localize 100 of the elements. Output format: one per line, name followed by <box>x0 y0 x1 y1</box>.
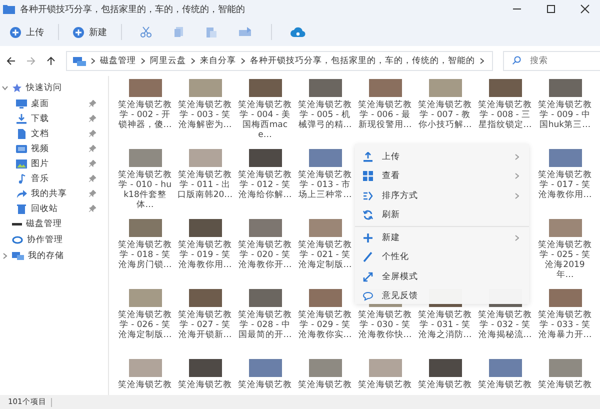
toolbar-button[interactable]: 上传 <box>10 24 44 40</box>
file-name[interactable]: 笑沧海锁艺教学 - 021 - 笑沧海定制版… <box>296 240 354 270</box>
video-thumbnail-placeholder[interactable] <box>308 219 342 237</box>
file-name[interactable]: 笑沧海锁艺教学 - 030 - 笑沧海教你快… <box>356 310 414 340</box>
copy-icon[interactable] <box>174 26 184 38</box>
video-thumbnail-placeholder[interactable] <box>248 79 282 97</box>
video-thumbnail-placeholder[interactable] <box>128 219 162 237</box>
file-name[interactable]: 笑沧海锁艺教学 - 007 - 教你小技巧解… <box>416 100 474 130</box>
video-thumbnail-placeholder[interactable] <box>188 79 222 97</box>
file-name[interactable]: 笑沧海锁艺教学 - 011 - 出口版南韩20… <box>176 170 234 200</box>
file-name[interactable]: 笑沧海锁艺教学 - 033 - 笑沧海暴力开… <box>536 310 594 340</box>
file-name[interactable]: 笑沧海锁艺教学 - 005 - 机械弹弓的精… <box>296 100 354 130</box>
video-thumbnail-placeholder[interactable] <box>368 79 402 97</box>
file-name[interactable]: 笑沧海锁艺教 <box>356 380 414 390</box>
sidebar-item[interactable]: 图片 <box>31 158 85 170</box>
file-name[interactable]: 笑沧海锁艺教 <box>296 380 354 390</box>
video-thumbnail-placeholder[interactable] <box>548 359 582 377</box>
video-thumbnail-placeholder[interactable] <box>248 219 282 237</box>
close-icon[interactable] <box>580 4 590 14</box>
file-name[interactable]: 笑沧海锁艺教学 - 025 - 笑沧海2019年… <box>536 240 594 280</box>
file-name[interactable]: 笑沧海锁艺教学 - 009 - 中国huk第三… <box>536 100 594 130</box>
video-thumbnail-placeholder[interactable] <box>188 359 222 377</box>
menu-item[interactable]: 个性化 <box>355 248 529 267</box>
video-thumbnail-placeholder[interactable] <box>548 289 582 307</box>
file-name[interactable]: 笑沧海锁艺教学 - 003 - 笑沧海解密为… <box>176 100 234 130</box>
video-thumbnail-placeholder[interactable] <box>488 79 522 97</box>
breadcrumb-item[interactable]: 磁盘管理 <box>100 55 136 67</box>
video-thumbnail-placeholder[interactable] <box>548 219 582 237</box>
menu-item[interactable]: 新建 <box>355 228 529 248</box>
menu-item[interactable]: 刷新 <box>355 206 529 225</box>
move-icon[interactable] <box>239 27 253 37</box>
sidebar-item[interactable]: 下载 <box>31 112 85 124</box>
video-thumbnail-placeholder[interactable] <box>128 79 162 97</box>
video-thumbnail-placeholder[interactable] <box>188 289 222 307</box>
file-name[interactable]: 笑沧海锁艺教 <box>176 380 234 390</box>
video-thumbnail-placeholder[interactable] <box>188 219 222 237</box>
maximize-icon[interactable] <box>546 4 556 14</box>
video-thumbnail-placeholder[interactable] <box>308 149 342 167</box>
file-name[interactable]: 笑沧海锁艺教 <box>416 380 474 390</box>
menu-item[interactable]: 查看 <box>355 166 529 186</box>
breadcrumb-item[interactable]: 阿里云盘 <box>150 55 186 67</box>
menu-item[interactable]: 全屏模式 <box>355 267 529 286</box>
video-thumbnail-placeholder[interactable] <box>308 79 342 97</box>
menu-item[interactable]: 上传 <box>355 147 529 166</box>
sidebar-item[interactable]: 快速访问 <box>26 82 62 94</box>
video-thumbnail-placeholder[interactable] <box>188 149 222 167</box>
file-name[interactable]: 笑沧海锁艺教学 - 013 - 市场上三种常… <box>296 170 354 200</box>
file-name[interactable]: 笑沧海锁艺教学 - 012 - 笑沧海给你解… <box>236 170 294 200</box>
file-name[interactable]: 笑沧海锁艺教 <box>476 380 534 390</box>
file-name[interactable]: 笑沧海锁艺教学 - 019 - 笑沧海教你用… <box>176 240 234 270</box>
sidebar-item[interactable]: 文档 <box>31 128 85 140</box>
video-thumbnail-placeholder[interactable] <box>248 289 282 307</box>
menu-item[interactable]: 排序方式 <box>355 186 529 206</box>
file-name[interactable]: 笑沧海锁艺教学 - 026 - 笑沧海定制版… <box>116 310 174 340</box>
video-thumbnail-placeholder[interactable] <box>248 149 282 167</box>
up-arrow-icon[interactable] <box>46 56 56 66</box>
sidebar-item[interactable]: 协作管理 <box>27 234 63 246</box>
toolbar-button[interactable]: 新建 <box>73 24 107 40</box>
search-field[interactable]: 搜索 <box>503 51 600 71</box>
video-thumbnail-placeholder[interactable] <box>548 149 582 167</box>
menu-item[interactable]: 意见反馈 <box>355 286 529 306</box>
sidebar-item[interactable]: 我的存储 <box>28 250 64 262</box>
video-thumbnail-placeholder[interactable] <box>128 149 162 167</box>
file-name[interactable]: 笑沧海锁艺教学 - 027 - 笑沧海开锁新… <box>176 310 234 340</box>
cloud-sync-icon[interactable] <box>290 26 306 38</box>
sidebar-item[interactable]: 磁盘管理 <box>26 218 62 230</box>
video-thumbnail-placeholder[interactable] <box>308 359 342 377</box>
video-thumbnail-placeholder[interactable] <box>128 359 162 377</box>
sidebar-item[interactable]: 桌面 <box>31 98 85 110</box>
address-bar[interactable]: 磁盘管理 阿里云盘 来自分享 各种开锁技巧分享，包括家里的，车的，传统的，智能的 <box>66 51 493 71</box>
paste-icon[interactable] <box>206 26 217 38</box>
file-name[interactable]: 笑沧海锁艺教学 - 002 - 开锁神器，傻… <box>116 100 174 130</box>
breadcrumb-item[interactable]: 各种开锁技巧分享，包括家里的，车的，传统的，智能的 <box>250 55 475 67</box>
video-thumbnail-placeholder[interactable] <box>128 289 162 307</box>
file-name[interactable]: 笑沧海锁艺教学 - 028 - 中国最简的开… <box>236 310 294 340</box>
chevron-icon[interactable] <box>2 84 8 90</box>
video-thumbnail-placeholder[interactable] <box>308 289 342 307</box>
file-name[interactable]: 笑沧海锁艺教 <box>536 380 594 390</box>
sidebar-item[interactable]: 视频 <box>31 142 85 154</box>
file-name[interactable]: 笑沧海锁艺教学 - 020 - 笑沧海教你开… <box>236 240 294 270</box>
video-thumbnail-placeholder[interactable] <box>368 359 402 377</box>
file-name[interactable]: 笑沧海锁艺教学 - 004 - 美国梅西mace… <box>236 100 294 140</box>
video-thumbnail-placeholder[interactable] <box>248 359 282 377</box>
chevron-icon[interactable] <box>2 252 8 258</box>
file-name[interactable]: 笑沧海锁艺教 <box>236 380 294 390</box>
sidebar-item[interactable]: 音乐 <box>31 172 85 184</box>
file-name[interactable]: 笑沧海锁艺教学 - 008 - 三星指纹锁定… <box>476 100 534 130</box>
file-name[interactable]: 笑沧海锁艺教学 - 010 - huk18件套整体… <box>116 170 174 210</box>
file-name[interactable]: 笑沧海锁艺教学 - 018 - 笑沧海房门锁… <box>116 240 174 270</box>
video-thumbnail-placeholder[interactable] <box>428 359 462 377</box>
scissors-icon[interactable] <box>140 26 152 38</box>
breadcrumb-item[interactable]: 来自分享 <box>200 55 236 67</box>
video-thumbnail-placeholder[interactable] <box>488 359 522 377</box>
file-name[interactable]: 笑沧海锁艺教学 - 017 - 笑沧海教你用… <box>536 170 594 200</box>
sidebar-item[interactable]: 回收站 <box>31 202 85 214</box>
back-arrow-icon[interactable] <box>6 56 16 66</box>
video-thumbnail-placeholder[interactable] <box>548 79 582 97</box>
file-name[interactable]: 笑沧海锁艺教 <box>116 380 174 390</box>
forward-arrow-icon[interactable] <box>26 56 36 66</box>
sidebar-item[interactable]: 我的共享 <box>31 188 85 200</box>
